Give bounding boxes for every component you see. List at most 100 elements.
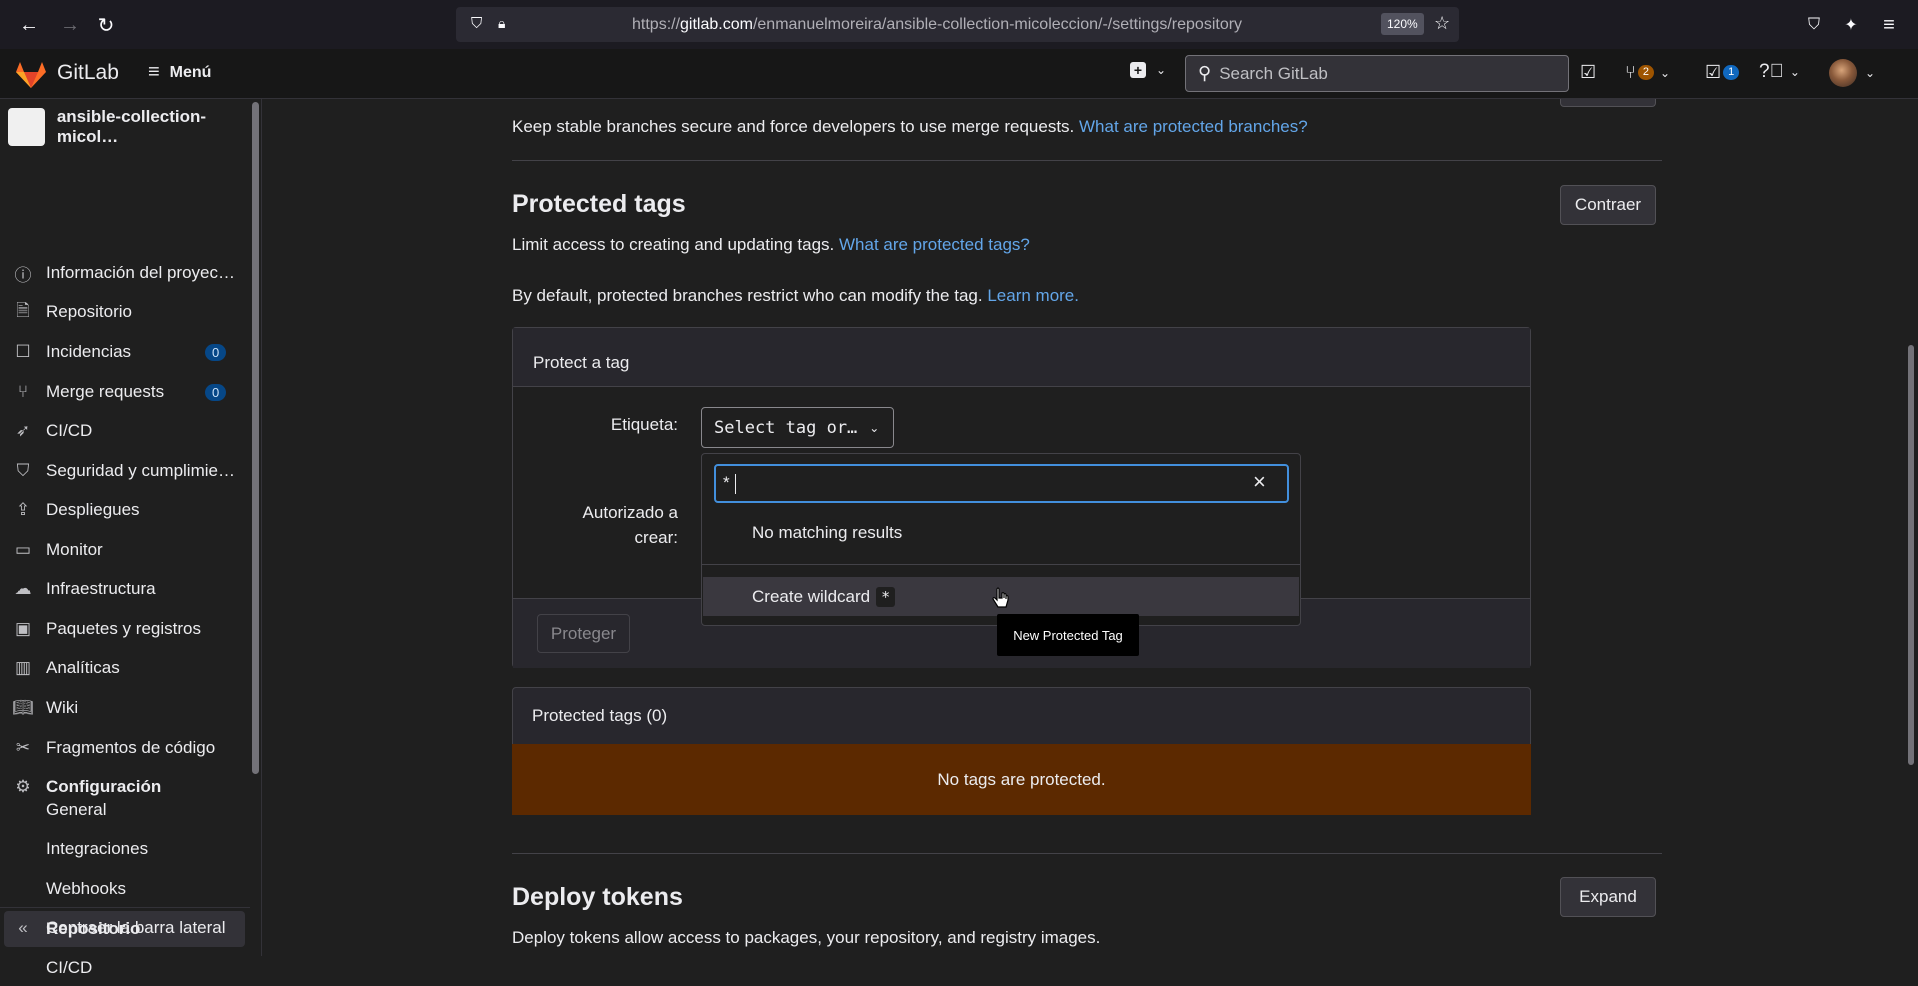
- collapse-button[interactable]: Contraer: [1560, 185, 1656, 225]
- card-title: Protect a tag: [513, 328, 1530, 387]
- forward-icon[interactable]: →: [57, 12, 83, 38]
- back-icon[interactable]: ←: [16, 12, 42, 38]
- hamburger-icon: ≡: [148, 61, 160, 83]
- sidebar-item-rocket[interactable]: ➶ CI/CD: [0, 412, 250, 450]
- bookmark-star-icon[interactable]: ☆: [1434, 13, 1450, 34]
- user-menu[interactable]: ⌄: [1829, 59, 1875, 87]
- merge-requests-dropdown[interactable]: ⑂ 2 ⌄: [1625, 62, 1670, 83]
- menu-button[interactable]: ≡ Menú: [148, 61, 211, 84]
- search-value: *: [723, 473, 730, 492]
- deploy-icon: ⇪: [15, 500, 31, 519]
- sidebar-item-book[interactable]: 📖︎ Wiki: [0, 689, 250, 727]
- mr-count-badge: 2: [1637, 65, 1654, 80]
- new-item-dropdown[interactable]: + ⌄: [1130, 62, 1166, 78]
- dropdown-search-input[interactable]: * ×: [714, 464, 1289, 503]
- extensions-icon[interactable]: ✦: [1838, 12, 1864, 38]
- search-icon: ⚲: [1198, 63, 1212, 83]
- todo-icon: ☑: [1705, 62, 1722, 82]
- sidebar-subitem[interactable]: General: [4, 792, 245, 828]
- sidebar-subitem[interactable]: Webhooks: [4, 871, 245, 907]
- search-input[interactable]: ⚲ Search GitLab: [1185, 55, 1569, 92]
- tag-select-dropdown[interactable]: Select tag or… ⌄: [701, 407, 894, 448]
- rocket-icon: ➶: [15, 421, 31, 440]
- pocket-icon[interactable]: ⛉: [1801, 12, 1827, 38]
- sidebar-scrollbar[interactable]: [252, 102, 259, 774]
- tooltip: New Protected Tag: [997, 614, 1139, 656]
- chevron-down-icon: ⌄: [869, 420, 880, 435]
- url-text: https://gitlab.com/enmanuelmoreira/ansib…: [632, 16, 1243, 33]
- sidebar-item-label: Paquetes y registros: [46, 619, 201, 638]
- chevron-down-icon: ⌄: [1789, 65, 1800, 79]
- branches-collapse-button[interactable]: [1560, 99, 1656, 107]
- sidebar-item-issues[interactable]: ☐ Incidencias 0: [0, 333, 250, 371]
- gitlab-logo-icon[interactable]: [15, 61, 47, 89]
- sidebar-item-info[interactable]: ⓘ Información del proyec…: [0, 254, 250, 292]
- sidebar-item-cloud[interactable]: ☁ Infraestructura: [0, 570, 250, 608]
- sidebar-subitem[interactable]: Integraciones: [4, 831, 245, 867]
- monitor-icon: ▭: [14, 540, 32, 559]
- expand-button[interactable]: Expand: [1560, 877, 1656, 917]
- help-dropdown[interactable]: ?⃝ ⌄: [1759, 61, 1800, 83]
- zoom-level[interactable]: 120%: [1381, 13, 1424, 35]
- protect-button[interactable]: Proteger: [537, 614, 630, 653]
- sidebar-item-label: Monitor: [46, 540, 103, 559]
- info-icon: ⓘ: [14, 265, 32, 285]
- address-bar[interactable]: ⛉ 🔒︎ https://gitlab.com/enmanuelmoreira/…: [456, 7, 1459, 42]
- sidebar-item-doc[interactable]: 🗎︎ Repositorio: [0, 293, 250, 331]
- help-icon: ?⃝: [1759, 61, 1784, 82]
- sidebar-item-snippet[interactable]: ✂ Fragmentos de código: [0, 729, 250, 767]
- avatar: [1829, 59, 1857, 87]
- table-header: Protected tags (0): [512, 687, 1531, 745]
- count-badge: 0: [205, 383, 227, 401]
- sidebar-item-label: Seguridad y cumplimie…: [46, 461, 235, 480]
- menu-label: Menú: [169, 63, 212, 81]
- tag-select-value: Select tag or…: [714, 417, 858, 438]
- protected-tags-link[interactable]: What are protected tags?: [839, 235, 1030, 254]
- gitlab-wordmark[interactable]: GitLab: [57, 61, 119, 85]
- collapse-sidebar-button[interactable]: « Contraer la barra lateral: [0, 909, 250, 947]
- wildcard-code: *: [876, 586, 896, 607]
- tag-label: Etiqueta:: [610, 415, 678, 434]
- sidebar-project-header[interactable]: ansible-collection-micol…: [8, 107, 261, 147]
- sidebar-item-merge[interactable]: ⑂ Merge requests 0: [0, 373, 250, 411]
- sidebar-item-chart[interactable]: ▥ Analíticas: [0, 649, 250, 687]
- gitlab-header: GitLab ≡ Menú + ⌄ ⚲ Search GitLab ☑ ⑂ 2 …: [0, 49, 1918, 99]
- sidebar-item-shield[interactable]: ⛉ Seguridad y cumplimie…: [0, 452, 250, 490]
- tracking-shield-icon[interactable]: ⛉: [471, 15, 482, 32]
- divider: [702, 564, 1300, 565]
- sidebar-item-label: Analíticas: [46, 658, 120, 677]
- learn-more-link[interactable]: Learn more.: [987, 286, 1079, 305]
- sidebar-item-label: Incidencias: [46, 342, 132, 361]
- sidebar-item-label: Información del proyec…: [46, 263, 235, 282]
- reload-icon[interactable]: ↻: [93, 12, 119, 38]
- hand-cursor-icon: [992, 587, 1009, 608]
- merge-icon: ⑂: [17, 382, 29, 401]
- sidebar-item-label: CI/CD: [46, 421, 93, 440]
- doc-icon: 🗎︎: [16, 300, 30, 320]
- sidebar-item-monitor[interactable]: ▭ Monitor: [0, 531, 250, 569]
- search-placeholder: Search GitLab: [1219, 63, 1328, 83]
- count-badge: 0: [205, 343, 227, 361]
- sidebar-item-package[interactable]: ▣ Paquetes y registros: [0, 610, 250, 648]
- snippet-icon: ✂: [15, 738, 31, 757]
- section-title: Protected tags: [512, 190, 686, 218]
- sidebar-subitem[interactable]: CI/CD: [4, 950, 245, 986]
- sidebar-item-deploy[interactable]: ⇪ Despliegues: [0, 491, 250, 529]
- section-divider: [512, 160, 1662, 161]
- sidebar: ansible-collection-micol… ⓘ Información d…: [0, 99, 262, 977]
- text-caret: [735, 474, 736, 494]
- chart-icon: ▥: [14, 658, 32, 677]
- lock-icon[interactable]: 🔒︎: [498, 15, 505, 32]
- chevron-down-icon: ⌄: [1156, 63, 1167, 77]
- todos-button[interactable]: ☑ 1: [1705, 62, 1740, 83]
- package-icon: ▣: [14, 619, 32, 638]
- protected-branches-link[interactable]: What are protected branches?: [1079, 117, 1308, 136]
- app-menu-icon[interactable]: ≡: [1876, 12, 1902, 38]
- divider: [0, 907, 250, 908]
- sidebar-item-label: Fragmentos de código: [46, 738, 216, 757]
- page-scrollbar[interactable]: [1908, 345, 1914, 765]
- issues-icon[interactable]: ☑: [1580, 62, 1596, 83]
- deploy-tokens-title: Deploy tokens: [512, 883, 683, 911]
- clear-icon[interactable]: ×: [1253, 469, 1266, 495]
- sidebar-item-label: Wiki: [46, 698, 79, 717]
